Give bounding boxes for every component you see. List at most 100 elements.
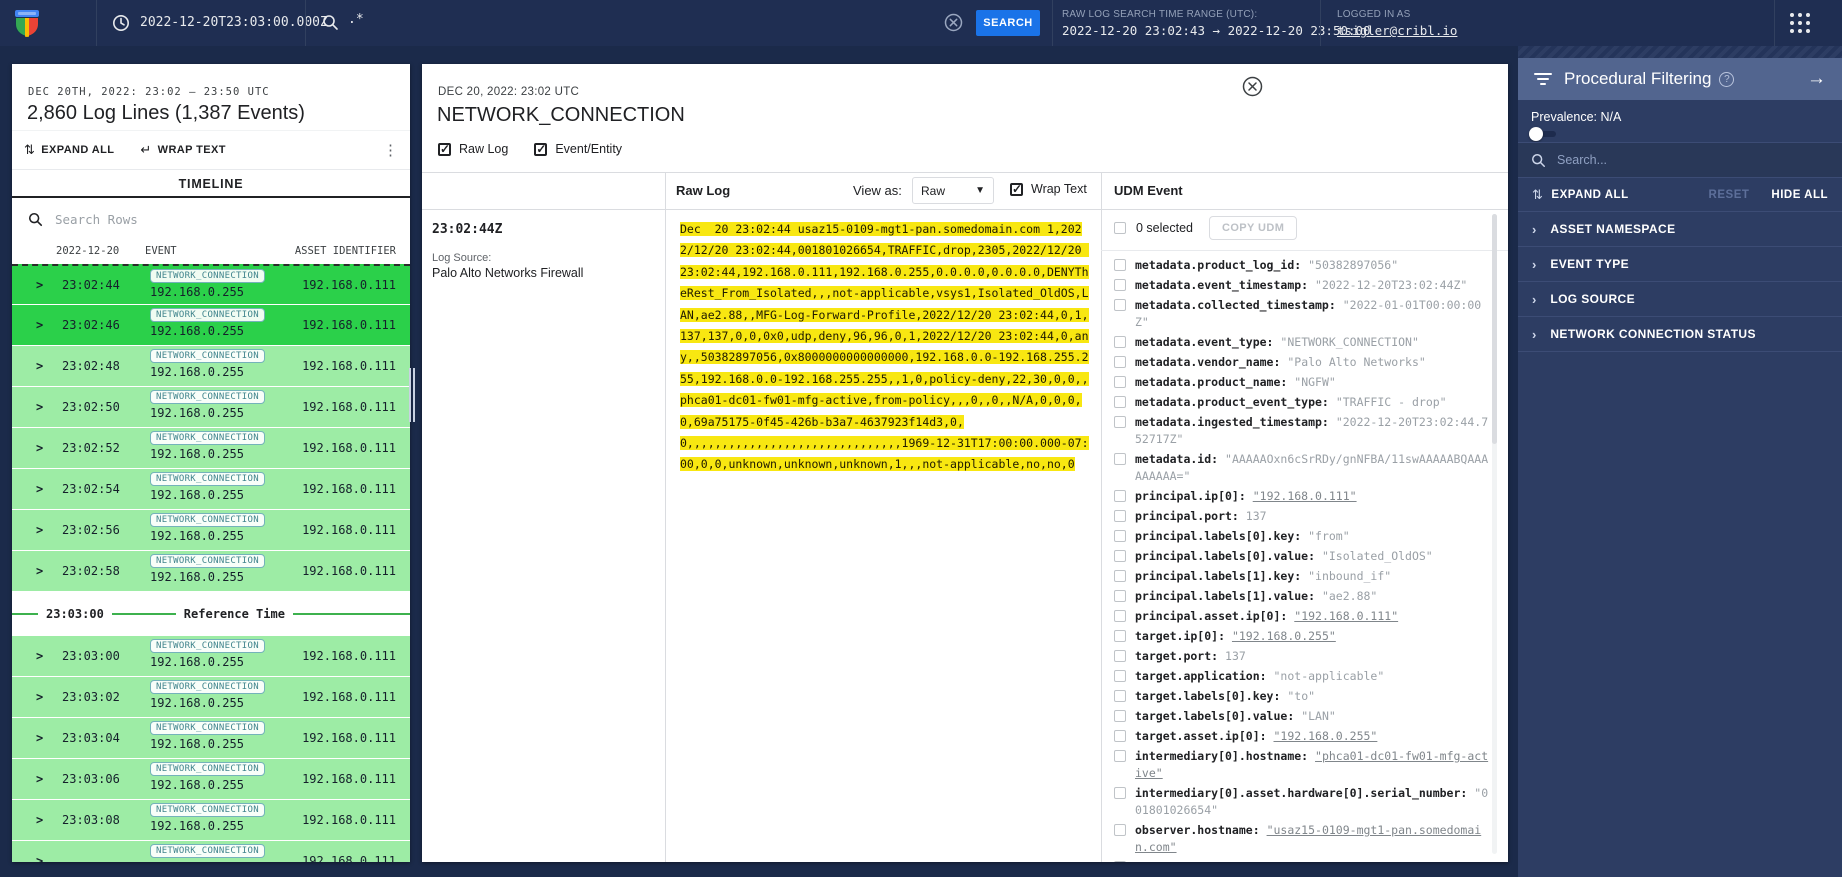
timeline-row[interactable]: > 23:02:44 NETWORK_CONNECTION 192.168.0.… [12,264,410,304]
timeline-row[interactable]: > NETWORK_CONNECTION 192.168.0.255 192.1… [12,841,410,862]
udm-field-value[interactable]: "from" [1308,529,1350,543]
udm-field-checkbox[interactable] [1114,610,1126,622]
udm-field-value[interactable]: "192.168.0.255" [1274,729,1378,743]
wrap-text-checkbox[interactable]: Wrap Text [1010,182,1087,196]
udm-field-value[interactable]: "inbound_if" [1308,569,1391,583]
event-type-badge[interactable]: NETWORK_CONNECTION [150,680,265,694]
udm-field-checkbox[interactable] [1114,590,1126,602]
udm-field-value[interactable]: "2022-12-20T23:02:44Z" [1315,278,1467,292]
chevron-right-icon[interactable]: > [36,482,43,496]
udm-field-value[interactable]: "LAN" [1301,709,1336,723]
chronicle-logo[interactable] [13,8,41,38]
udm-field-checkbox[interactable] [1114,650,1126,662]
udm-field-checkbox[interactable] [1114,824,1126,836]
filter-search-input[interactable] [1557,153,1797,167]
copy-udm-button[interactable]: COPY UDM [1208,216,1298,240]
prevalence-toggle[interactable] [1529,127,1559,141]
user-email-link[interactable]: tsigler@cribl.io [1337,23,1457,38]
timeline-row[interactable]: > 23:02:48 NETWORK_CONNECTION 192.168.0.… [12,346,410,386]
view-as-select[interactable]: Raw ▼ [912,177,994,204]
event-entity-checkbox[interactable]: Event/Entity [534,142,622,156]
timeline-row[interactable]: > 23:02:56 NETWORK_CONNECTION 192.168.0.… [12,510,410,550]
udm-field-checkbox[interactable] [1114,730,1126,742]
chevron-right-icon[interactable]: > [36,813,43,827]
event-type-badge[interactable]: NETWORK_CONNECTION [150,639,265,653]
chevron-right-icon[interactable]: > [36,278,43,292]
timeline-row[interactable]: > 23:02:50 NETWORK_CONNECTION 192.168.0.… [12,387,410,427]
kebab-menu-icon[interactable]: ⋮ [383,141,398,159]
chevron-right-icon[interactable]: > [36,400,43,414]
udm-field-checkbox[interactable] [1114,787,1126,799]
udm-field-checkbox[interactable] [1114,570,1126,582]
udm-field-checkbox[interactable] [1114,861,1126,862]
filter-expand-all-button[interactable]: ⇅ EXPAND ALL [1532,187,1629,203]
udm-field-checkbox[interactable] [1114,670,1126,682]
collapse-panel-arrow-icon[interactable]: → [1807,68,1826,90]
timeline-row[interactable]: > 23:02:52 NETWORK_CONNECTION 192.168.0.… [12,428,410,468]
udm-field-value[interactable]: "TRAFFIC - drop" [1336,395,1447,409]
event-type-badge[interactable]: NETWORK_CONNECTION [150,349,265,363]
udm-field-value[interactable]: "Palo Alto Networks" [1287,355,1425,369]
apps-grid-icon[interactable] [1790,13,1810,33]
udm-field-checkbox[interactable] [1114,453,1126,465]
udm-field-value[interactable]: 137 [1225,649,1246,663]
event-type-badge[interactable]: NETWORK_CONNECTION [150,554,265,568]
event-type-badge[interactable]: NETWORK_CONNECTION [150,269,265,283]
udm-field-checkbox[interactable] [1114,690,1126,702]
udm-field-checkbox[interactable] [1114,416,1126,428]
udm-field-value[interactable]: "192.168.0.111" [1294,609,1398,623]
close-icon[interactable] [1242,76,1263,97]
chevron-right-icon[interactable]: > [36,690,43,704]
help-icon[interactable]: ? [1719,71,1735,87]
wrap-text-button[interactable]: ↵ WRAP TEXT [140,142,225,158]
filter-section[interactable]: › ASSET NAMESPACE [1518,212,1842,247]
udm-field-value[interactable]: 137 [1246,509,1267,523]
udm-field-checkbox[interactable] [1114,279,1126,291]
filter-section[interactable]: › NETWORK CONNECTION STATUS [1518,317,1842,352]
chevron-right-icon[interactable]: > [36,318,43,332]
timeline-row[interactable]: > 23:02:46 NETWORK_CONNECTION 192.168.0.… [12,305,410,345]
udm-field-checkbox[interactable] [1114,356,1126,368]
expand-all-button[interactable]: ⇅ EXPAND ALL [24,142,114,158]
event-type-badge[interactable]: NETWORK_CONNECTION [150,431,265,445]
chevron-right-icon[interactable]: > [36,564,43,578]
chevron-right-icon[interactable]: > [36,854,43,862]
udm-field-checkbox[interactable] [1114,259,1126,271]
search-rows-input[interactable] [55,211,355,227]
event-type-badge[interactable]: NETWORK_CONNECTION [150,390,265,404]
udm-field-value[interactable]: "ae2.88" [1322,589,1377,603]
udm-field-checkbox[interactable] [1114,336,1126,348]
search-query-input[interactable] [348,12,908,27]
panel-resize-handle[interactable] [409,368,417,422]
udm-field-checkbox[interactable] [1114,376,1126,388]
udm-select-all-checkbox[interactable] [1114,222,1126,234]
event-type-badge[interactable]: NETWORK_CONNECTION [150,844,265,858]
udm-field-checkbox[interactable] [1114,490,1126,502]
udm-field-value[interactable]: "192.168.0.255" [1232,629,1336,643]
event-type-badge[interactable]: NETWORK_CONNECTION [150,762,265,776]
chevron-right-icon[interactable]: > [36,649,43,663]
udm-field-checkbox[interactable] [1114,396,1126,408]
clock-icon[interactable] [112,14,130,32]
chevron-right-icon[interactable]: > [36,441,43,455]
search-button[interactable]: SEARCH [976,10,1040,36]
filter-hide-all-button[interactable]: HIDE ALL [1771,189,1828,201]
raw-log-text[interactable]: Dec 20 23:02:44 usaz15-0109-mgt1-pan.som… [680,219,1092,476]
udm-field-checkbox[interactable] [1114,299,1126,311]
udm-field-value[interactable]: "Isolated_OldOS" [1322,549,1433,563]
udm-field-value[interactable]: "NETWORK_CONNECTION" [1280,335,1418,349]
chevron-right-icon[interactable]: > [36,731,43,745]
timeline-row[interactable]: > 23:03:08 NETWORK_CONNECTION 192.168.0.… [12,800,410,840]
timeline-row[interactable]: > 23:03:02 NETWORK_CONNECTION 192.168.0.… [12,677,410,717]
udm-field-checkbox[interactable] [1114,550,1126,562]
event-type-badge[interactable]: NETWORK_CONNECTION [150,308,265,322]
udm-field-checkbox[interactable] [1114,630,1126,642]
udm-field-value[interactable]: "50382897056" [1308,258,1398,272]
chevron-right-icon[interactable]: > [36,359,43,373]
filter-reset-button[interactable]: RESET [1709,189,1750,201]
scrollbar-thumb[interactable] [1492,214,1497,444]
timeline-row[interactable]: > 23:02:54 NETWORK_CONNECTION 192.168.0.… [12,469,410,509]
udm-field-checkbox[interactable] [1114,510,1126,522]
udm-field-checkbox[interactable] [1114,750,1126,762]
chevron-right-icon[interactable]: > [36,772,43,786]
